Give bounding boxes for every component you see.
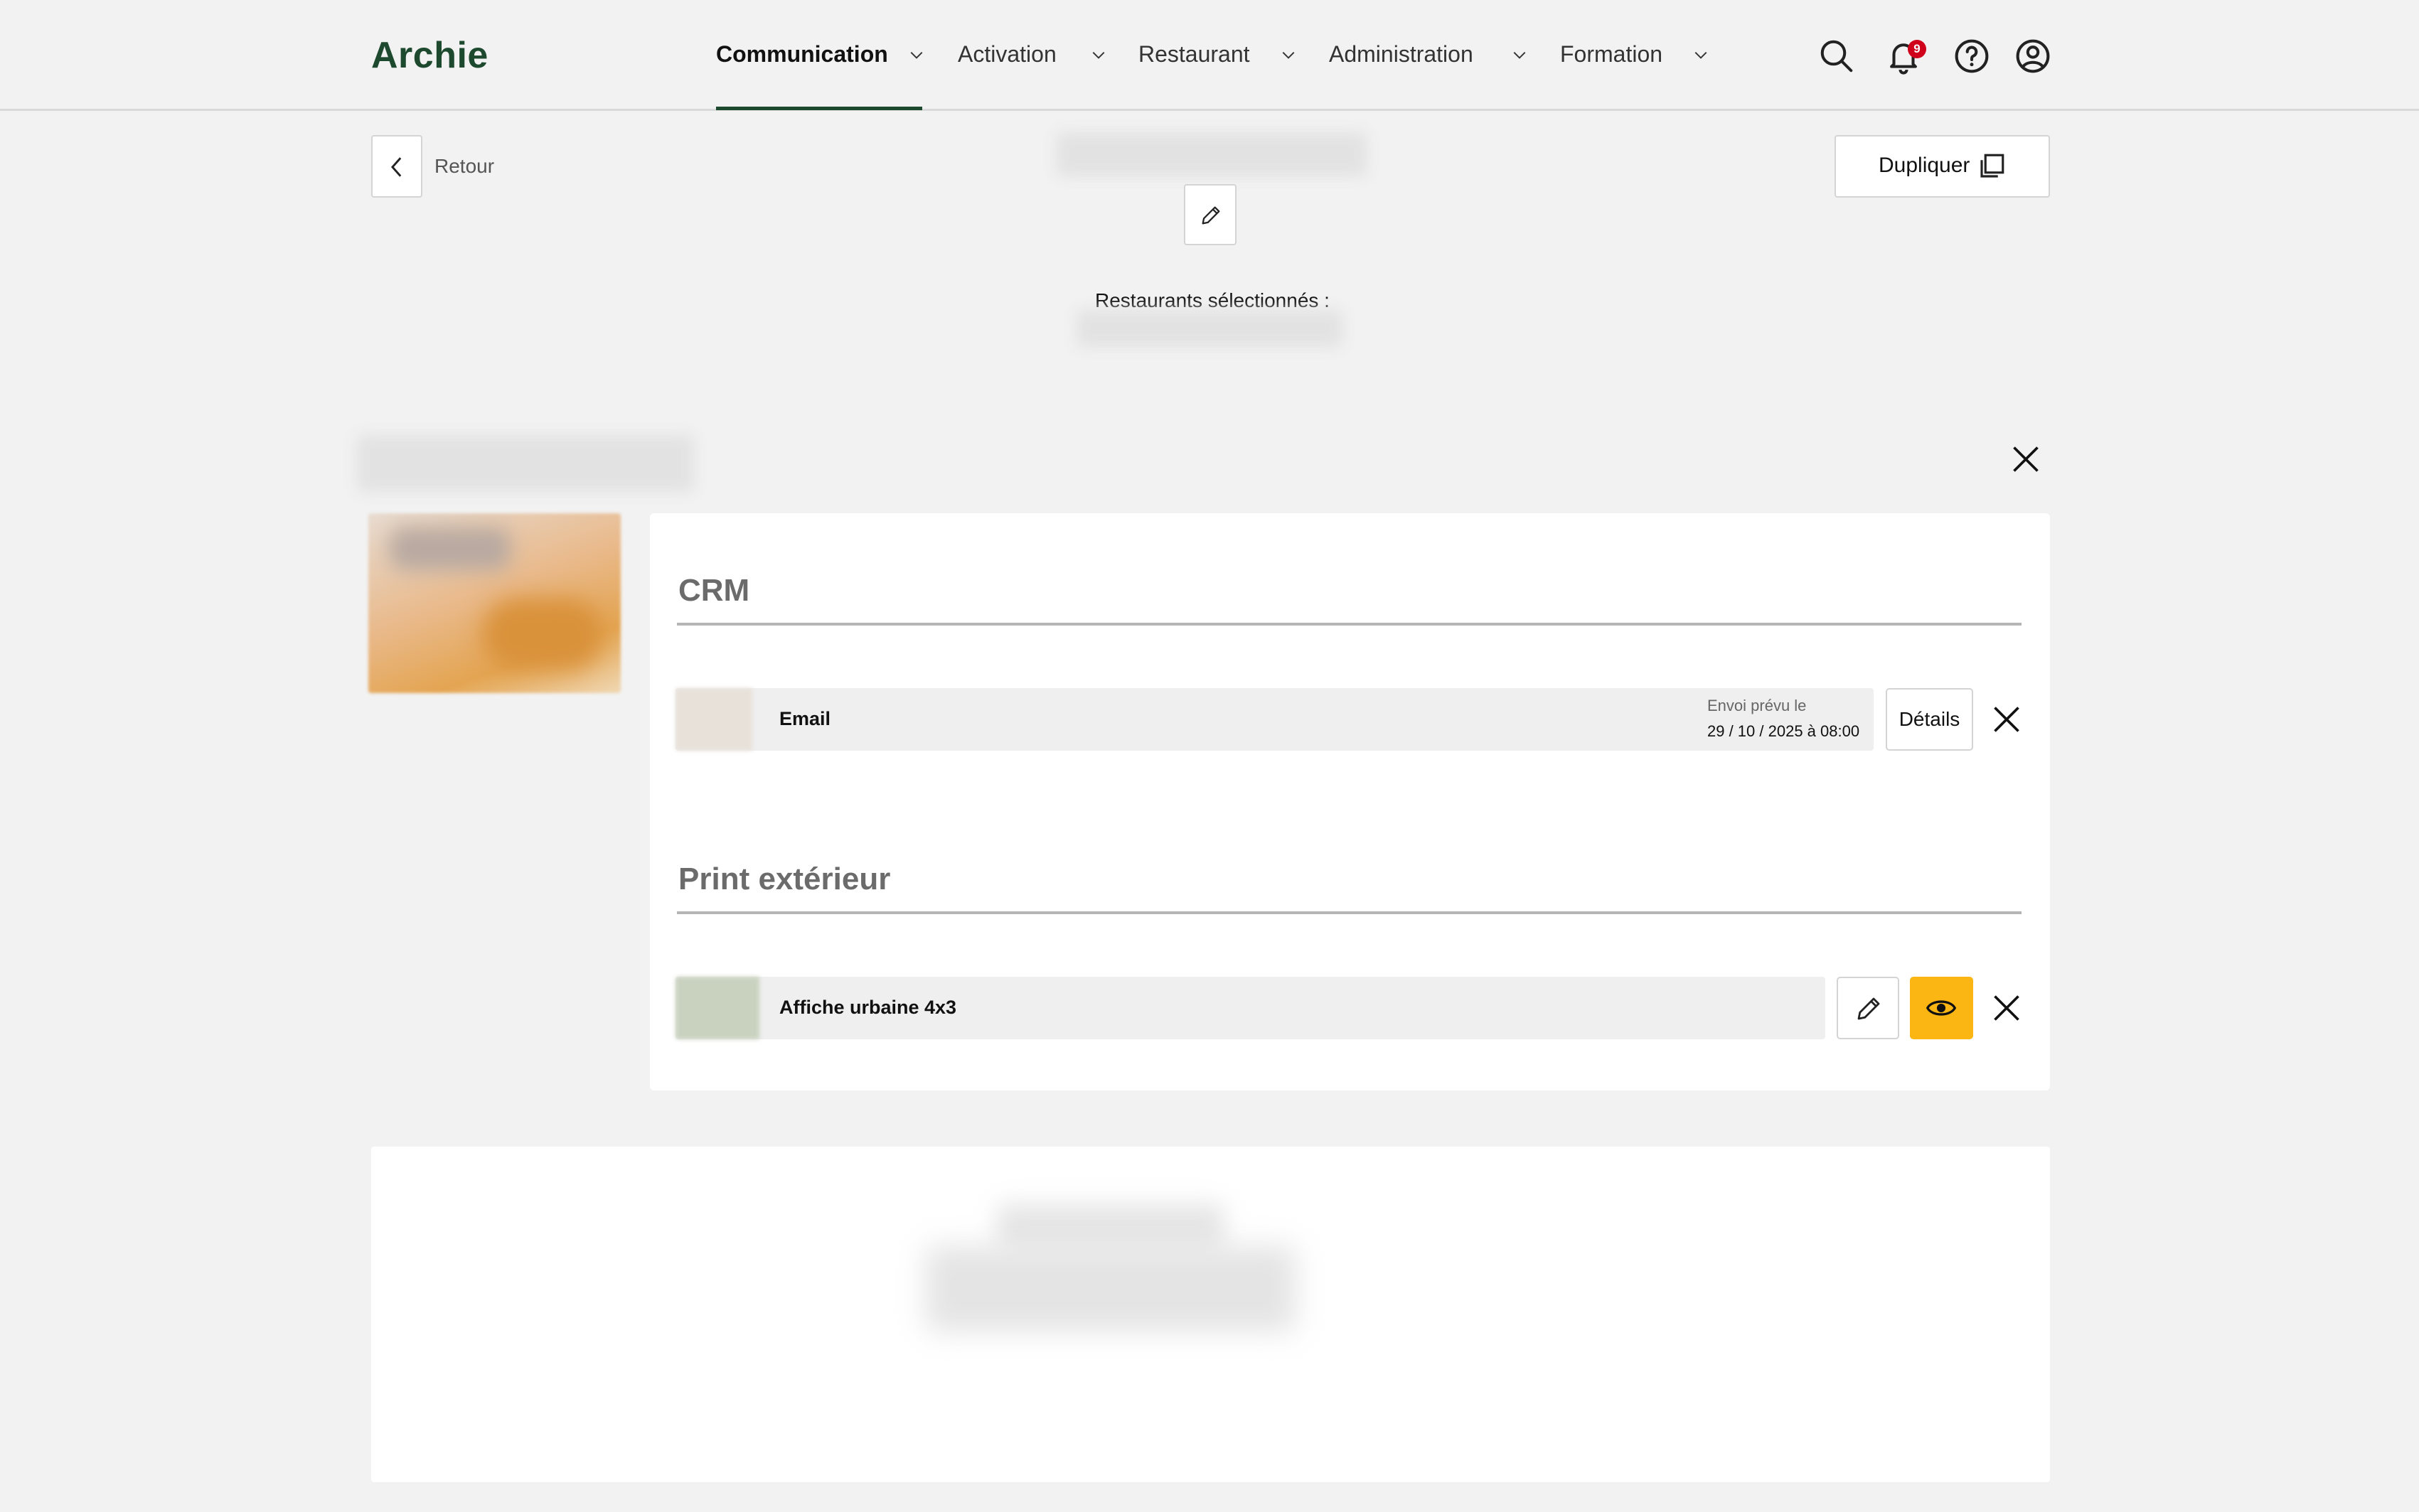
chevron-down-icon[interactable] — [1281, 47, 1296, 63]
duplicate-icon[interactable] — [1977, 151, 2007, 181]
edit-title-button[interactable] — [1184, 184, 1237, 245]
section-title-print-exterieur: Print extérieur — [678, 862, 891, 896]
close-icon[interactable] — [2010, 444, 2041, 475]
selected-restaurants-label: Restaurants sélectionnés : — [1095, 289, 1330, 311]
app-logo[interactable]: Archie — [371, 34, 488, 77]
campaign-thumbnail — [368, 513, 621, 693]
pencil-icon — [1857, 997, 1880, 1020]
top-navigation-bar: Archie Communication Activation Restaura… — [0, 0, 2419, 111]
chevron-down-icon[interactable] — [1693, 47, 1709, 63]
nav-item-communication[interactable]: Communication — [716, 41, 888, 68]
account-icon[interactable] — [2014, 37, 2052, 75]
selected-restaurants-redacted — [1077, 310, 1342, 347]
chevron-down-icon[interactable] — [1512, 47, 1527, 63]
chevron-down-icon[interactable] — [909, 47, 924, 63]
campaign-supports-card: CRM Email Envoi prévu le 29 / 10 / 2025 … — [650, 513, 2050, 1090]
active-nav-indicator — [716, 107, 922, 110]
section-divider — [677, 911, 2022, 914]
nav-item-formation[interactable]: Formation — [1560, 41, 1662, 68]
back-button[interactable] — [371, 135, 422, 198]
support-row-email[interactable]: Email Envoi prévu le 29 / 10 / 2025 à 08… — [675, 688, 1874, 751]
back-label[interactable]: Retour — [434, 155, 494, 178]
duplicate-label[interactable]: Dupliquer — [1879, 154, 1970, 178]
nav-item-administration[interactable]: Administration — [1329, 41, 1473, 68]
support-label: Email — [779, 708, 831, 729]
chevron-left-icon — [391, 157, 402, 177]
nav-item-restaurant[interactable]: Restaurant — [1138, 41, 1250, 68]
eye-icon — [1926, 1000, 1957, 1016]
schedule-label: Envoi prévu le — [1707, 697, 1807, 714]
chevron-down-icon[interactable] — [1091, 47, 1106, 63]
support-thumbnail — [675, 977, 759, 1039]
help-icon[interactable] — [1953, 37, 1991, 75]
bottom-panel-text-redacted — [926, 1246, 1296, 1331]
edit-support-button[interactable] — [1837, 977, 1899, 1039]
remove-icon[interactable] — [1991, 704, 2022, 735]
campaign-title-redacted — [1057, 132, 1367, 176]
notification-badge: 9 — [1908, 40, 1926, 58]
remove-icon[interactable] — [1991, 992, 2022, 1024]
schedule-date: 29 / 10 / 2025 à 08:00 — [1707, 722, 1860, 740]
preview-button[interactable] — [1910, 977, 1973, 1039]
support-label: Affiche urbaine 4x3 — [779, 997, 957, 1018]
section-title-crm: CRM — [678, 573, 750, 608]
support-row-affiche[interactable]: Affiche urbaine 4x3 — [675, 977, 1825, 1039]
block-title-redacted — [357, 435, 694, 492]
details-button[interactable]: Détails — [1886, 688, 1973, 751]
search-icon[interactable] — [1817, 37, 1856, 75]
support-thumbnail — [675, 688, 752, 751]
section-divider — [677, 623, 2022, 626]
bottom-panel — [371, 1147, 2050, 1482]
pencil-icon — [1202, 206, 1220, 225]
nav-item-activation[interactable]: Activation — [958, 41, 1057, 68]
